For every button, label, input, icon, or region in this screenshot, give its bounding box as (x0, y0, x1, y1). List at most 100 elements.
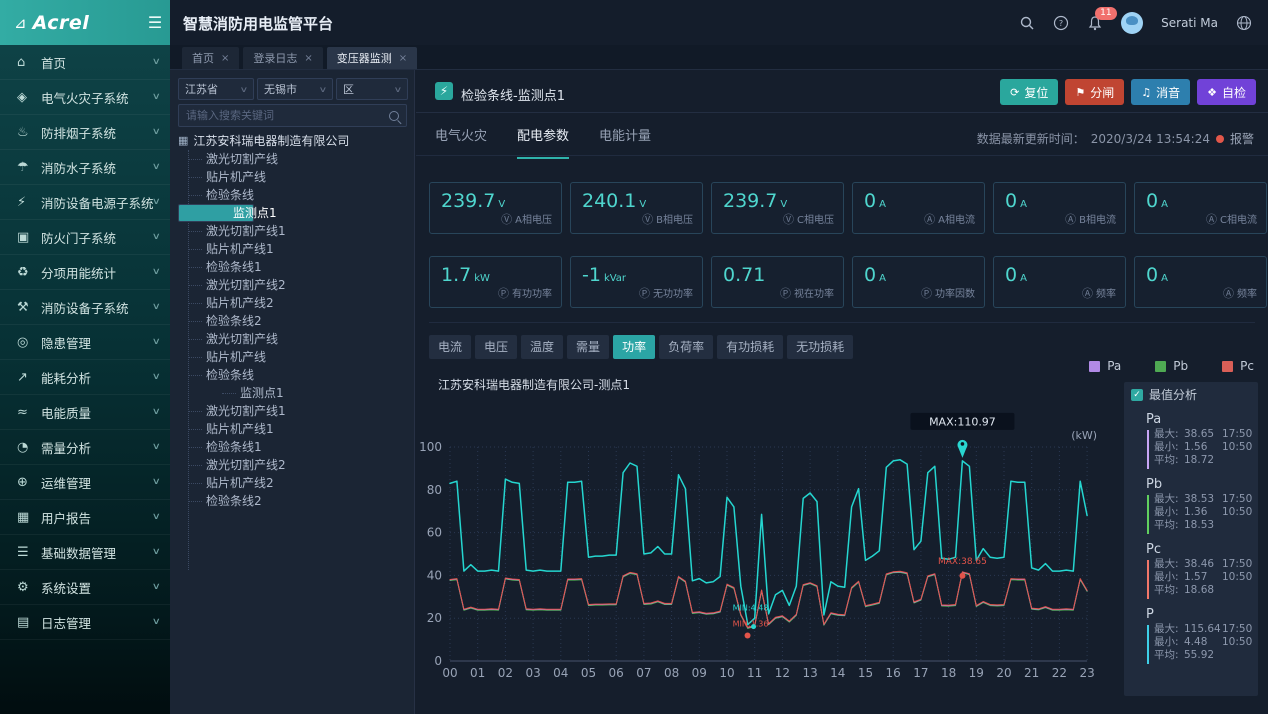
sidebar-item-11[interactable]: ≈电能质量∨ (0, 395, 170, 430)
search-icon[interactable] (1019, 15, 1035, 31)
tree-node-14[interactable]: 监测点1 (178, 384, 408, 402)
card-label: Ⓟ视在功率 (780, 285, 834, 301)
tree-node-11[interactable]: 激光切割产线 (178, 330, 408, 348)
tree-node-7[interactable]: 检验条线1 (178, 258, 408, 276)
tree-node-1[interactable]: 激光切割产线 (178, 150, 408, 168)
menu-collapse-icon[interactable]: ☰ (140, 0, 170, 45)
close-tab-icon[interactable]: × (221, 53, 229, 64)
sidebar-item-8[interactable]: ⚒消防设备子系统∨ (0, 290, 170, 325)
device-button-3[interactable]: ♫消音 (1131, 79, 1190, 105)
tree-node-2[interactable]: 贴片机产线 (178, 168, 408, 186)
tree-node-4[interactable]: 监测点1 (178, 204, 254, 222)
tree-node-6[interactable]: 贴片机产线1 (178, 240, 408, 258)
card-unit: A (1161, 199, 1168, 210)
device-button-1[interactable]: ⟳复位 (1000, 79, 1058, 105)
sidebar-item-7[interactable]: ♻分项用能统计∨ (0, 255, 170, 290)
chart-tab-2[interactable]: 电压 (475, 335, 517, 359)
tree-node-10[interactable]: 检验条线2 (178, 312, 408, 330)
language-globe-icon[interactable] (1236, 15, 1252, 31)
window-tab-label: 登录日志 (253, 50, 297, 66)
region-select-2[interactable]: 无锡市∨ (257, 78, 333, 100)
detail-tab-2[interactable]: 配电参数 (517, 125, 569, 159)
card-label: Ⓟ功率因数 (921, 285, 975, 301)
tree-node-16[interactable]: 贴片机产线1 (178, 420, 408, 438)
notifications-bell-icon[interactable]: 11 (1087, 15, 1103, 31)
sidebar-item-17[interactable]: ▤日志管理∨ (0, 605, 170, 640)
sidebar-item-3[interactable]: ♨防排烟子系统∨ (0, 115, 170, 150)
chart-tab-8[interactable]: 无功损耗 (787, 335, 853, 359)
tree-node-19[interactable]: 贴片机产线2 (178, 474, 408, 492)
extremes-row-key: 最小: (1154, 636, 1184, 649)
region-select-3[interactable]: 区∨ (336, 78, 408, 100)
avatar[interactable] (1121, 12, 1143, 34)
extremes-row-time (1222, 519, 1252, 532)
sidebar-item-1[interactable]: ⌂首页∨ (0, 45, 170, 80)
detail-tabs: 电气火灾配电参数电能计量 (435, 125, 651, 159)
tree-node-3[interactable]: 检验条线 (178, 186, 408, 204)
device-button-label: 自检 (1222, 84, 1246, 101)
device-button-4[interactable]: ❖ 自检 (1197, 79, 1256, 105)
search-icon[interactable] (389, 111, 399, 121)
tree-root-node[interactable]: ▦ 江苏安科瑞电器制造有限公司 (178, 132, 349, 149)
legend-item-Pa[interactable]: Pa (1089, 359, 1121, 373)
sidebar-item-10[interactable]: ↗能耗分析∨ (0, 360, 170, 395)
extremes-group-name: Pb (1146, 477, 1162, 492)
tree-node-13[interactable]: 检验条线 (178, 366, 408, 384)
sidebar-item-label: 分项用能统计 (41, 263, 153, 282)
tree-node-12[interactable]: 贴片机产线 (178, 348, 408, 366)
sidebar-item-14[interactable]: ▦用户报告∨ (0, 500, 170, 535)
tree-leader (188, 319, 202, 322)
tree-node-9[interactable]: 贴片机产线2 (178, 294, 408, 312)
chart-tab-1[interactable]: 电流 (429, 335, 471, 359)
detail-tab-1[interactable]: 电气火灾 (435, 125, 487, 159)
chart-tab-4[interactable]: 需量 (567, 335, 609, 359)
chevron-down-icon: ∨ (152, 442, 161, 452)
detail-tab-3[interactable]: 电能计量 (599, 125, 651, 159)
tree-node-5[interactable]: 激光切割产线1 (178, 222, 408, 240)
min-annotation-text: MIN:4.48 (733, 604, 769, 613)
close-tab-icon[interactable]: × (304, 53, 312, 64)
self-check-icon: ❖ (1207, 86, 1217, 99)
device-button-2[interactable]: ⚑分闸 (1065, 79, 1124, 105)
extremes-row-key: 最大: (1154, 558, 1184, 571)
card-unit: V (639, 199, 646, 210)
chart-tab-7[interactable]: 有功损耗 (717, 335, 783, 359)
tree-leader (188, 373, 202, 376)
tree-node-15[interactable]: 激光切割产线1 (178, 402, 408, 420)
window-tab-1[interactable]: 首页× (182, 47, 239, 69)
tree-leader (188, 481, 202, 484)
extremes-row-time: 17:50 (1222, 493, 1252, 506)
sidebar-item-5[interactable]: ⚡消防设备电源子系统∨ (0, 185, 170, 220)
sidebar-item-4[interactable]: ☂消防水子系统∨ (0, 150, 170, 185)
tree-node-17[interactable]: 检验条线1 (178, 438, 408, 456)
sidebar-item-6[interactable]: ▣防火门子系统∨ (0, 220, 170, 255)
extremes-checkbox[interactable]: ✓ (1131, 389, 1143, 401)
tree-node-20[interactable]: 检验条线2 (178, 492, 408, 510)
card-unit: A (879, 273, 886, 284)
tree-node-8[interactable]: 激光切割产线2 (178, 276, 408, 294)
chart-tab-3[interactable]: 温度 (521, 335, 563, 359)
help-icon[interactable]: ? (1053, 15, 1069, 31)
sidebar-item-16[interactable]: ⚙系统设置∨ (0, 570, 170, 605)
search-input[interactable] (186, 109, 389, 122)
legend-item-Pb[interactable]: Pb (1155, 359, 1188, 373)
measurement-card-1: 239.7VⓋA相电压 (429, 182, 562, 234)
extremes-row: 最小:1.5710:50 (1154, 571, 1252, 584)
chart-tab-5[interactable]: 功率 (613, 335, 655, 359)
legend-item-Pc[interactable]: Pc (1222, 359, 1254, 373)
sidebar-item-2[interactable]: ◈电气火灾子系统∨ (0, 80, 170, 115)
sidebar-item-12[interactable]: ◔需量分析∨ (0, 430, 170, 465)
window-tab-3[interactable]: 变压器监测× (327, 47, 417, 69)
page-title: 智慧消防用电监管平台 (183, 13, 333, 34)
sidebar-item-9[interactable]: ◎隐患管理∨ (0, 325, 170, 360)
sidebar-item-15[interactable]: ☰基础数据管理∨ (0, 535, 170, 570)
sidebar-item-13[interactable]: ⊕运维管理∨ (0, 465, 170, 500)
window-tab-2[interactable]: 登录日志 × (243, 47, 322, 69)
chart-title: 江苏安科瑞电器制造有限公司-测点1 (438, 376, 630, 393)
region-select-1[interactable]: 江苏省∨ (178, 78, 254, 100)
tree-node-18[interactable]: 激光切割产线2 (178, 456, 408, 474)
card-value: 239.7V (723, 190, 787, 212)
chart-tab-6[interactable]: 负荷率 (659, 335, 713, 359)
close-tab-icon[interactable]: × (399, 53, 407, 64)
x-tick-label: 07 (636, 666, 651, 680)
